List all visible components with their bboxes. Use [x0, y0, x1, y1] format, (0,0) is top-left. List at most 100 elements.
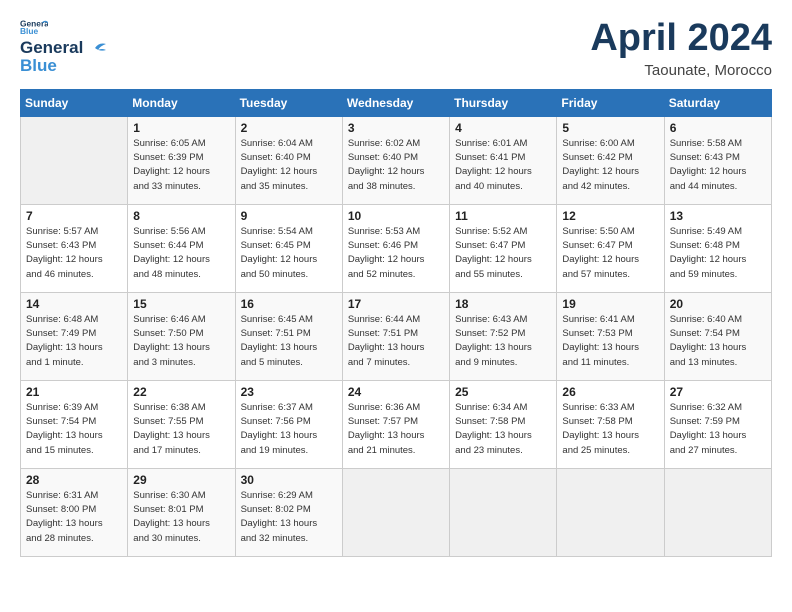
- day-info: Sunrise: 5:54 AMSunset: 6:45 PMDaylight:…: [241, 225, 337, 282]
- calendar-week-row: 14 Sunrise: 6:48 AMSunset: 7:49 PMDayligh…: [21, 292, 772, 380]
- month-title: April 2024: [590, 18, 772, 60]
- day-number: 26: [562, 385, 658, 399]
- calendar-cell: 1Sunrise: 6:05 AMSunset: 6:39 PMDaylight…: [128, 116, 235, 204]
- calendar-cell: [557, 468, 664, 556]
- day-number: 28: [26, 473, 122, 487]
- day-info: Sunrise: 5:49 AMSunset: 6:48 PMDaylight:…: [670, 225, 766, 282]
- calendar-header-row: SundayMondayTuesdayWednesdayThursdayFrid…: [21, 89, 772, 116]
- calendar-cell: 20 Sunrise: 6:40 AMSunset: 7:54 PMDayligh…: [664, 292, 771, 380]
- calendar-cell: 12 Sunrise: 5:50 AMSunset: 6:47 PMDayligh…: [557, 204, 664, 292]
- calendar-cell: [21, 116, 128, 204]
- day-number: 17: [348, 297, 444, 311]
- day-number: 30: [241, 473, 337, 487]
- calendar-cell: 24Sunrise: 6:36 AMSunset: 7:57 PMDayligh…: [342, 380, 449, 468]
- day-number: 5: [562, 121, 658, 135]
- day-info: Sunrise: 6:32 AMSunset: 7:59 PMDaylight:…: [670, 401, 766, 458]
- day-info: Sunrise: 6:04 AMSunset: 6:40 PMDaylight:…: [241, 137, 337, 194]
- day-number: 12: [562, 209, 658, 223]
- day-number: 7: [26, 209, 122, 223]
- day-number: 18: [455, 297, 551, 311]
- calendar-cell: [342, 468, 449, 556]
- day-info: Sunrise: 6:31 AMSunset: 8:00 PMDaylight:…: [26, 489, 122, 546]
- day-number: 1: [133, 121, 229, 135]
- calendar-week-row: 21Sunrise: 6:39 AMSunset: 7:54 PMDayligh…: [21, 380, 772, 468]
- calendar-cell: 9 Sunrise: 5:54 AMSunset: 6:45 PMDaylight…: [235, 204, 342, 292]
- calendar-header-saturday: Saturday: [664, 89, 771, 116]
- day-info: Sunrise: 6:45 AMSunset: 7:51 PMDaylight:…: [241, 313, 337, 370]
- calendar-cell: 19 Sunrise: 6:41 AMSunset: 7:53 PMDayligh…: [557, 292, 664, 380]
- day-number: 23: [241, 385, 337, 399]
- logo-bird-icon: [84, 40, 106, 56]
- day-number: 15: [133, 297, 229, 311]
- title-block: April 2024 Taounate, Morocco: [590, 18, 772, 79]
- day-info: Sunrise: 6:02 AMSunset: 6:40 PMDaylight:…: [348, 137, 444, 194]
- calendar-cell: 30 Sunrise: 6:29 AMSunset: 8:02 PMDayligh…: [235, 468, 342, 556]
- calendar-cell: 23 Sunrise: 6:37 AMSunset: 7:56 PMDayligh…: [235, 380, 342, 468]
- calendar-cell: [664, 468, 771, 556]
- day-info: Sunrise: 6:39 AMSunset: 7:54 PMDaylight:…: [26, 401, 122, 458]
- calendar-cell: 10Sunrise: 5:53 AMSunset: 6:46 PMDayligh…: [342, 204, 449, 292]
- day-info: Sunrise: 5:56 AMSunset: 6:44 PMDaylight:…: [133, 225, 229, 282]
- calendar-cell: [450, 468, 557, 556]
- day-info: Sunrise: 6:41 AMSunset: 7:53 PMDaylight:…: [562, 313, 658, 370]
- calendar-header-friday: Friday: [557, 89, 664, 116]
- day-number: 11: [455, 209, 551, 223]
- calendar-cell: 15 Sunrise: 6:46 AMSunset: 7:50 PMDayligh…: [128, 292, 235, 380]
- calendar-cell: 5 Sunrise: 6:00 AMSunset: 6:42 PMDaylight…: [557, 116, 664, 204]
- day-number: 9: [241, 209, 337, 223]
- calendar-header-tuesday: Tuesday: [235, 89, 342, 116]
- day-info: Sunrise: 6:40 AMSunset: 7:54 PMDaylight:…: [670, 313, 766, 370]
- calendar-cell: 25 Sunrise: 6:34 AMSunset: 7:58 PMDayligh…: [450, 380, 557, 468]
- calendar-cell: 14 Sunrise: 6:48 AMSunset: 7:49 PMDayligh…: [21, 292, 128, 380]
- day-info: Sunrise: 6:46 AMSunset: 7:50 PMDaylight:…: [133, 313, 229, 370]
- calendar-cell: 4 Sunrise: 6:01 AMSunset: 6:41 PMDaylight…: [450, 116, 557, 204]
- svg-text:Blue: Blue: [20, 26, 38, 36]
- day-info: Sunrise: 6:43 AMSunset: 7:52 PMDaylight:…: [455, 313, 551, 370]
- day-info: Sunrise: 6:00 AMSunset: 6:42 PMDaylight:…: [562, 137, 658, 194]
- day-number: 20: [670, 297, 766, 311]
- day-info: Sunrise: 5:58 AMSunset: 6:43 PMDaylight:…: [670, 137, 766, 194]
- logo-general: General: [20, 38, 83, 58]
- calendar-header-thursday: Thursday: [450, 89, 557, 116]
- day-info: Sunrise: 6:37 AMSunset: 7:56 PMDaylight:…: [241, 401, 337, 458]
- calendar-week-row: 28 Sunrise: 6:31 AMSunset: 8:00 PMDayligh…: [21, 468, 772, 556]
- day-info: Sunrise: 6:34 AMSunset: 7:58 PMDaylight:…: [455, 401, 551, 458]
- day-number: 6: [670, 121, 766, 135]
- day-info: Sunrise: 6:01 AMSunset: 6:41 PMDaylight:…: [455, 137, 551, 194]
- calendar-week-row: 7 Sunrise: 5:57 AMSunset: 6:43 PMDaylight…: [21, 204, 772, 292]
- calendar-cell: 26 Sunrise: 6:33 AMSunset: 7:58 PMDayligh…: [557, 380, 664, 468]
- calendar-cell: 16 Sunrise: 6:45 AMSunset: 7:51 PMDayligh…: [235, 292, 342, 380]
- day-number: 14: [26, 297, 122, 311]
- day-number: 4: [455, 121, 551, 135]
- day-info: Sunrise: 5:57 AMSunset: 6:43 PMDaylight:…: [26, 225, 122, 282]
- day-number: 2: [241, 121, 337, 135]
- day-info: Sunrise: 6:30 AMSunset: 8:01 PMDaylight:…: [133, 489, 229, 546]
- calendar-cell: 28 Sunrise: 6:31 AMSunset: 8:00 PMDayligh…: [21, 468, 128, 556]
- calendar-week-row: 1Sunrise: 6:05 AMSunset: 6:39 PMDaylight…: [21, 116, 772, 204]
- page: General Blue General Blue April 2024 Tao…: [0, 0, 792, 612]
- day-info: Sunrise: 6:33 AMSunset: 7:58 PMDaylight:…: [562, 401, 658, 458]
- calendar-header-wednesday: Wednesday: [342, 89, 449, 116]
- day-info: Sunrise: 5:50 AMSunset: 6:47 PMDaylight:…: [562, 225, 658, 282]
- calendar-cell: 13Sunrise: 5:49 AMSunset: 6:48 PMDayligh…: [664, 204, 771, 292]
- calendar-cell: 11 Sunrise: 5:52 AMSunset: 6:47 PMDayligh…: [450, 204, 557, 292]
- calendar-cell: 2 Sunrise: 6:04 AMSunset: 6:40 PMDaylight…: [235, 116, 342, 204]
- calendar-cell: 18 Sunrise: 6:43 AMSunset: 7:52 PMDayligh…: [450, 292, 557, 380]
- day-info: Sunrise: 6:38 AMSunset: 7:55 PMDaylight:…: [133, 401, 229, 458]
- calendar-cell: 29 Sunrise: 6:30 AMSunset: 8:01 PMDayligh…: [128, 468, 235, 556]
- day-info: Sunrise: 5:52 AMSunset: 6:47 PMDaylight:…: [455, 225, 551, 282]
- calendar-cell: 8Sunrise: 5:56 AMSunset: 6:44 PMDaylight…: [128, 204, 235, 292]
- calendar-header-monday: Monday: [128, 89, 235, 116]
- calendar-header-sunday: Sunday: [21, 89, 128, 116]
- day-number: 25: [455, 385, 551, 399]
- day-number: 16: [241, 297, 337, 311]
- calendar-cell: 3Sunrise: 6:02 AMSunset: 6:40 PMDaylight…: [342, 116, 449, 204]
- calendar-cell: 6 Sunrise: 5:58 AMSunset: 6:43 PMDaylight…: [664, 116, 771, 204]
- calendar-cell: 7 Sunrise: 5:57 AMSunset: 6:43 PMDaylight…: [21, 204, 128, 292]
- day-info: Sunrise: 6:29 AMSunset: 8:02 PMDaylight:…: [241, 489, 337, 546]
- day-number: 19: [562, 297, 658, 311]
- logo-icon: General Blue: [20, 18, 48, 36]
- day-info: Sunrise: 6:48 AMSunset: 7:49 PMDaylight:…: [26, 313, 122, 370]
- day-number: 22: [133, 385, 229, 399]
- day-number: 29: [133, 473, 229, 487]
